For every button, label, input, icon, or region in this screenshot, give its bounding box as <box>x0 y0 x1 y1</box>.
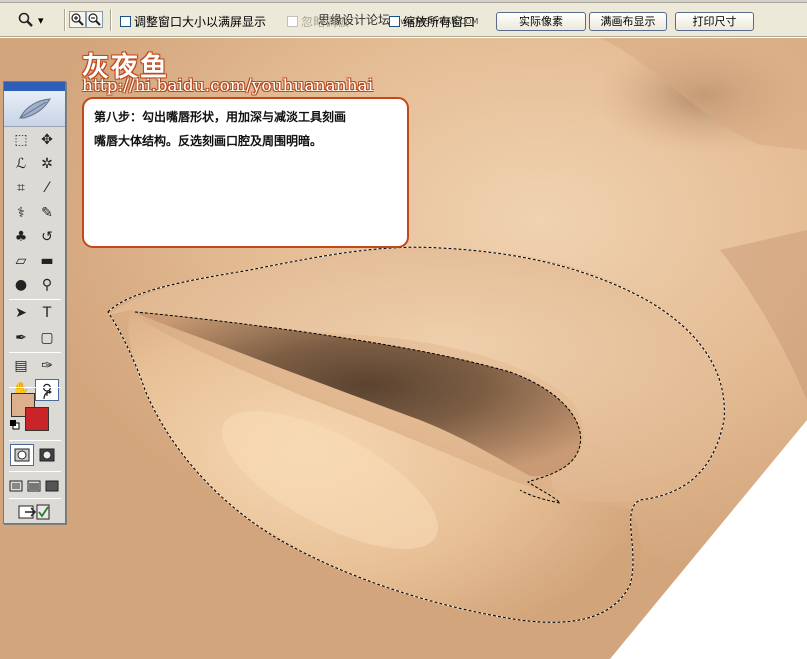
checkbox-box[interactable] <box>389 16 400 27</box>
separator <box>9 440 61 441</box>
fit-screen-button[interactable]: 满画布显示 <box>589 12 667 31</box>
screen-mode-full-button[interactable] <box>43 475 61 497</box>
eraser-tool-icon: ▱ <box>15 253 27 269</box>
magic-wand-tool-icon: ✲ <box>41 156 53 173</box>
lasso-tool-icon: ℒ <box>15 156 27 173</box>
gradient-tool-icon: ▬ <box>40 253 54 269</box>
dodge-tool-button[interactable]: ⚲ <box>35 274 59 296</box>
options-bar: ▾ 调整窗口大小以满屏显示 忽略调板 思缘设计论坛 www.MISSYUAN.CO… <box>0 3 807 37</box>
separator <box>9 387 61 388</box>
tutorial-note-line-1: 第八步：勾出嘴唇形状，用加深与减淡工具刻画 <box>94 110 347 124</box>
tool-preset-arrow[interactable]: ▾ <box>38 14 44 27</box>
jump-to-imageready-button[interactable] <box>10 501 58 523</box>
type-tool-button[interactable]: T <box>35 302 59 324</box>
pen-tool-icon: ✒ <box>15 329 27 346</box>
marquee-tool-button[interactable]: ⬚ <box>9 129 33 151</box>
quick-mask-mode-icon <box>39 448 55 462</box>
imageready-icon <box>18 504 50 520</box>
pen-tool-button[interactable]: ✒ <box>9 327 33 349</box>
author-url: http://hi.baidu.com/youhuananhai <box>82 76 374 96</box>
checkbox-box[interactable] <box>287 16 298 27</box>
separator <box>9 498 61 499</box>
history-brush-tool-button[interactable]: ↺ <box>35 226 59 248</box>
notes-tool-button[interactable]: ▤ <box>9 355 33 377</box>
resize-windows-label: 调整窗口大小以满屏显示 <box>134 15 267 29</box>
adobe-feather-logo[interactable] <box>4 91 65 127</box>
zoom-tool-preset-icon <box>18 12 33 27</box>
slice-tool-icon: ⁄ <box>45 180 49 197</box>
cheek-shadow <box>720 230 807 400</box>
notes-tool-icon: ▤ <box>14 357 28 374</box>
separator <box>110 9 112 31</box>
checkbox-box[interactable] <box>120 16 131 27</box>
move-tool-icon: ✥ <box>41 132 53 148</box>
separator <box>64 9 66 31</box>
eyedropper-tool-button[interactable]: ✑ <box>35 355 59 377</box>
document-canvas[interactable]: 灰夜鱼 http://hi.baidu.com/youhuananhai 第八步… <box>0 38 807 659</box>
dodge-tool-icon: ⚲ <box>41 277 53 294</box>
eraser-tool-button[interactable]: ▱ <box>9 250 33 272</box>
brush-tool-button[interactable]: ✎ <box>35 202 59 224</box>
gradient-tool-button[interactable]: ▬ <box>35 250 59 272</box>
tutorial-note: 第八步：勾出嘴唇形状，用加深与减淡工具刻画 嘴唇大体结构。反选刻画口腔及周围明暗… <box>82 97 409 248</box>
shape-tool-button[interactable]: ▢ <box>35 327 59 349</box>
healing-brush-tool-icon: ⚕ <box>17 204 25 221</box>
toolbox-palette: ⬚ ✥ ℒ ✲ ⌗ ⁄ ⚕ ✎ ♣ ↺ ▱ ▬ ● ⚲ ➤ T ✒ ▢ ▤ ✑ ✋ ⚲ <box>3 81 66 524</box>
separator <box>9 471 61 472</box>
default-colors-icon[interactable] <box>10 420 20 430</box>
blur-tool-icon: ● <box>14 277 28 294</box>
quick-mask-mode-button[interactable] <box>35 444 59 466</box>
zoom-in-icon <box>71 13 84 26</box>
blur-tool-button[interactable]: ● <box>9 274 33 296</box>
screen-mode-standard-icon <box>9 480 23 492</box>
crop-tool-icon: ⌗ <box>17 180 25 197</box>
tool-preset-picker[interactable]: ▾ <box>18 10 58 30</box>
zoom-out-button[interactable] <box>86 11 103 28</box>
marquee-tool-icon: ⬚ <box>14 132 28 148</box>
swap-colors-icon[interactable] <box>42 390 54 402</box>
zoom-all-windows-label: 缩放所有窗口 <box>403 15 476 29</box>
brush-tool-icon: ✎ <box>41 204 53 221</box>
screen-mode-standard-button[interactable] <box>7 475 25 497</box>
separator <box>9 299 61 301</box>
type-tool-icon: T <box>42 305 52 322</box>
toolbox-title-bar[interactable] <box>4 82 65 91</box>
crop-tool-button[interactable]: ⌗ <box>9 177 33 199</box>
screen-mode-full-icon <box>45 480 59 492</box>
eyedropper-tool-icon: ✑ <box>41 357 53 374</box>
history-brush-tool-icon: ↺ <box>41 228 53 245</box>
standard-mode-icon <box>14 448 30 462</box>
actual-pixels-button[interactable]: 实际像素 <box>496 12 586 31</box>
healing-brush-tool-button[interactable]: ⚕ <box>9 202 33 224</box>
zoom-out-icon <box>88 13 101 26</box>
tutorial-note-line-2: 嘴唇大体结构。反选刻画口腔及周围明暗。 <box>94 134 323 148</box>
resize-windows-checkbox[interactable]: 调整窗口大小以满屏显示 <box>120 13 266 30</box>
feather-icon <box>18 97 51 118</box>
print-size-button[interactable]: 打印尺寸 <box>675 12 754 31</box>
background-color-swatch[interactable] <box>25 407 49 431</box>
screen-mode-full-menu-icon <box>27 480 41 492</box>
path-selection-tool-icon: ➤ <box>15 305 27 322</box>
standard-mode-button[interactable] <box>10 444 34 466</box>
shape-tool-icon: ▢ <box>40 329 54 346</box>
clone-stamp-tool-button[interactable]: ♣ <box>9 226 33 248</box>
separator <box>9 351 61 353</box>
path-selection-tool-button[interactable]: ➤ <box>9 302 33 324</box>
lasso-tool-button[interactable]: ℒ <box>9 153 33 175</box>
zoom-in-button[interactable] <box>69 11 86 28</box>
slice-tool-button[interactable]: ⁄ <box>35 177 59 199</box>
zoom-all-windows-checkbox[interactable]: 缩放所有窗口 <box>389 13 475 30</box>
move-tool-button[interactable]: ✥ <box>35 129 59 151</box>
clone-stamp-tool-icon: ♣ <box>14 228 28 245</box>
magic-wand-tool-button[interactable]: ✲ <box>35 153 59 175</box>
screen-mode-full-menu-button[interactable] <box>25 475 43 497</box>
site-watermark-text: 思缘设计论坛 <box>318 13 391 27</box>
